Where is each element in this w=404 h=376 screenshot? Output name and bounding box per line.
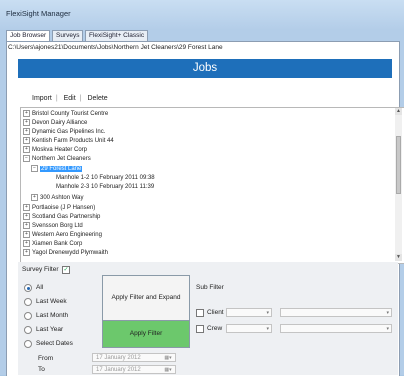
collapse-icon[interactable]: −: [23, 155, 30, 162]
survey-filter-label: Survey Filter: [22, 266, 59, 273]
tree-item[interactable]: − Northern Jet Cleaners: [23, 155, 91, 162]
expand-icon[interactable]: +: [23, 137, 30, 144]
page-title: Jobs: [18, 59, 392, 78]
tree-item[interactable]: + Western Aero Engineering: [23, 231, 102, 238]
tree-item[interactable]: + Svensson Borg Ltd: [23, 222, 83, 229]
client-checkbox[interactable]: [196, 309, 204, 317]
to-label: To: [38, 366, 45, 373]
radio-all[interactable]: [24, 284, 32, 292]
crew-dropdown[interactable]: ▾: [226, 324, 272, 333]
tab-surveys[interactable]: Surveys: [52, 30, 84, 41]
current-path: C:\Users\ajones21\Documents\Jobs\Norther…: [8, 44, 223, 51]
to-date-picker[interactable]: 17 January 2012 ▦▾: [92, 365, 176, 374]
expand-icon[interactable]: +: [23, 240, 30, 247]
scroll-up-icon[interactable]: ▲: [395, 108, 402, 115]
scroll-thumb[interactable]: [396, 136, 401, 194]
tree-item[interactable]: + Moskva Heater Corp: [23, 146, 87, 153]
tree-item[interactable]: + Kentish Farm Products Unit 44: [23, 137, 114, 144]
jobs-toolbar: Import | Edit | Delete: [32, 95, 112, 105]
tree-item[interactable]: + Bristol County Tourist Centre: [23, 110, 108, 117]
import-button[interactable]: Import: [32, 95, 52, 102]
calendar-icon[interactable]: ▦▾: [162, 354, 174, 361]
tab-flexisight-classic[interactable]: FlexiSight+ Classic: [85, 30, 149, 41]
crew-checkbox[interactable]: [196, 325, 204, 333]
window-title: FlexiSight Manager: [6, 9, 71, 18]
chevron-down-icon: ▾: [386, 310, 389, 316]
radio-last-month-label: Last Month: [36, 312, 69, 319]
tree-item[interactable]: + Dynamic Gas Pipelines Inc.: [23, 128, 105, 135]
from-label: From: [38, 355, 54, 362]
edit-button[interactable]: Edit: [64, 95, 76, 102]
survey-filter-checkbox[interactable]: ✓: [62, 266, 70, 274]
radio-last-week[interactable]: [24, 298, 32, 306]
collapse-icon[interactable]: −: [31, 165, 38, 172]
tree-item[interactable]: + Yagol Drenewydd Plymwaith: [23, 249, 108, 256]
filter-panel: [18, 262, 398, 375]
radio-select-dates-label: Select Dates: [36, 340, 73, 347]
chevron-down-icon: ▾: [386, 326, 389, 332]
client-dropdown[interactable]: ▾: [226, 308, 272, 317]
expand-icon[interactable]: +: [23, 110, 30, 117]
radio-last-month[interactable]: [24, 312, 32, 320]
to-date-value: 17 January 2012: [96, 367, 141, 373]
expand-icon[interactable]: +: [23, 146, 30, 153]
expand-icon[interactable]: +: [31, 194, 38, 201]
calendar-icon[interactable]: ▦▾: [162, 366, 174, 373]
radio-last-week-label: Last Week: [36, 298, 67, 305]
tree-item[interactable]: + Scotland Gas Partnership: [23, 213, 100, 220]
crew-value-dropdown[interactable]: ▾: [280, 324, 392, 333]
expand-icon[interactable]: +: [23, 119, 30, 126]
chevron-down-icon: ▾: [266, 326, 269, 332]
scroll-down-icon[interactable]: ▼: [395, 254, 402, 261]
tree-item-survey[interactable]: Manhole 2-3 10 February 2011 11:39: [56, 184, 154, 190]
tree-item[interactable]: + Xiamen Bank Corp: [23, 240, 82, 247]
crew-label: Crew: [207, 325, 223, 332]
tree-scrollbar[interactable]: ▲ ▼: [395, 108, 402, 261]
toolbar-separator: |: [79, 95, 82, 102]
tree-item[interactable]: +300 Ashton Way: [31, 194, 83, 201]
radio-last-year[interactable]: [24, 326, 32, 334]
sub-filter-label: Sub Filter: [196, 284, 224, 291]
radio-all-label: All: [36, 284, 44, 291]
expand-icon[interactable]: +: [23, 213, 30, 220]
apply-filter-and-expand-button[interactable]: Apply Filter and Expand: [102, 275, 190, 321]
app-window: FlexiSight Manager Job Browser Surveys F…: [0, 0, 404, 376]
from-date-picker[interactable]: 17 January 2012 ▦▾: [92, 353, 176, 362]
title-bar: FlexiSight Manager: [0, 0, 404, 28]
radio-last-year-label: Last Year: [36, 326, 64, 333]
apply-filter-button[interactable]: Apply Filter: [102, 320, 190, 348]
expand-icon[interactable]: +: [23, 204, 30, 211]
expand-icon[interactable]: +: [23, 222, 30, 229]
client-label: Client: [207, 309, 224, 316]
client-value-dropdown[interactable]: ▾: [280, 308, 392, 317]
expand-icon[interactable]: +: [23, 231, 30, 238]
tree-item-selected[interactable]: −29 Forest Lane: [31, 165, 83, 173]
tree-item[interactable]: + Portlaoise (J P Hansen): [23, 204, 95, 211]
tree-item[interactable]: + Devon Dairy Alliance: [23, 119, 87, 126]
expand-icon[interactable]: +: [23, 128, 30, 135]
tree-item-survey[interactable]: Manhole 1-2 10 February 2011 09:38: [56, 175, 155, 181]
toolbar-separator: |: [55, 95, 58, 102]
from-date-value: 17 January 2012: [96, 355, 141, 361]
delete-button[interactable]: Delete: [87, 95, 107, 102]
expand-icon[interactable]: +: [23, 249, 30, 256]
radio-select-dates[interactable]: [24, 340, 32, 348]
chevron-down-icon: ▾: [266, 310, 269, 316]
